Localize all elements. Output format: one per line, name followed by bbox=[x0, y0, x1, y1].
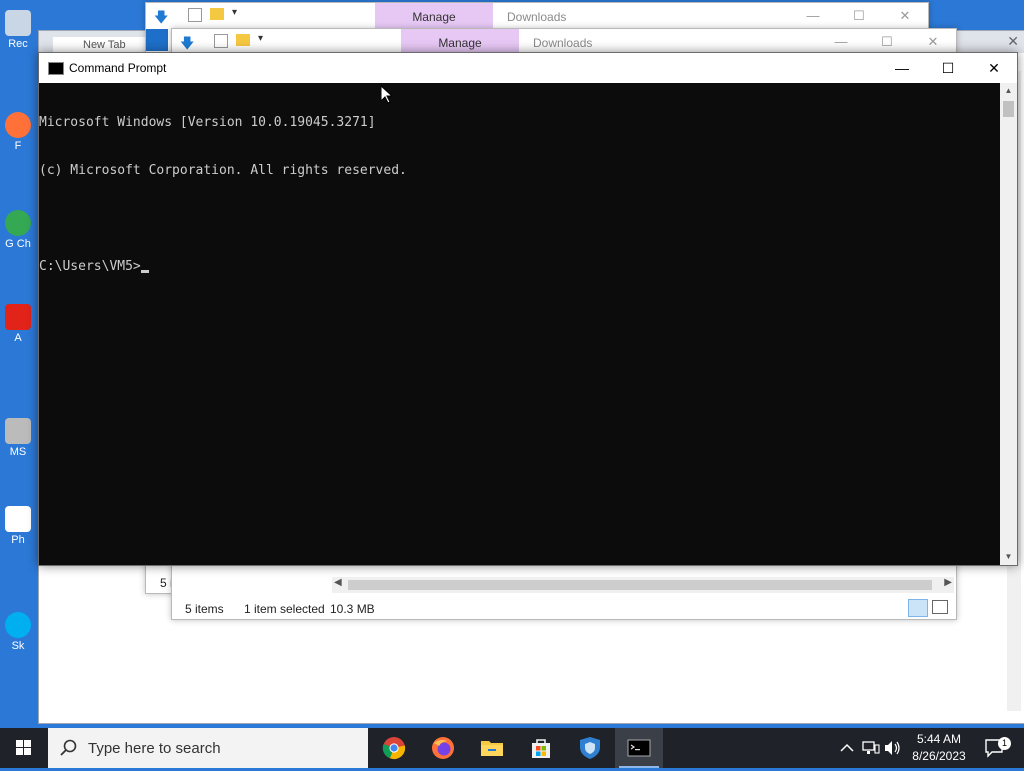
terminal-icon bbox=[627, 739, 651, 757]
skype-icon bbox=[5, 612, 31, 638]
browser-close-icon[interactable]: ✕ bbox=[1007, 33, 1019, 50]
folder-icon[interactable] bbox=[236, 34, 250, 46]
window-title: Downloads bbox=[533, 36, 593, 50]
scroll-down-icon[interactable]: ▼ bbox=[1000, 549, 1017, 565]
status-selected: 1 item selected bbox=[244, 602, 325, 616]
maximize-icon[interactable]: ☐ bbox=[836, 3, 882, 29]
scroll-thumb[interactable] bbox=[348, 580, 932, 590]
command-prompt-window[interactable]: Command Prompt — ☐ ✕ Microsoft Windows [… bbox=[38, 52, 1018, 566]
taskbar: Type here to search 5:44 AM 8/26/2023 1 bbox=[0, 728, 1024, 768]
chrome-icon bbox=[5, 210, 31, 236]
status-bar: 5 items 1 item selected 10.3 MB bbox=[172, 597, 956, 619]
start-button[interactable] bbox=[0, 728, 48, 768]
console-line: (c) Microsoft Corporation. All rights re… bbox=[39, 163, 407, 178]
desktop-icon-label: F bbox=[14, 140, 22, 152]
large-icons-view-icon[interactable] bbox=[932, 600, 948, 614]
app-icon bbox=[5, 418, 31, 444]
console-prompt-line[interactable]: C:\Users\VM5> bbox=[39, 259, 999, 275]
status-size: 10.3 MB bbox=[330, 602, 375, 616]
volume-icon bbox=[885, 741, 900, 755]
desktop-icon-chrome[interactable]: G Ch bbox=[0, 210, 36, 250]
desktop-icon-label: G Ch bbox=[5, 238, 31, 250]
desktop-icon-label: Ph bbox=[11, 534, 25, 546]
store-icon bbox=[532, 739, 550, 758]
desktop-icon-label: MS bbox=[9, 446, 27, 458]
scroll-thumb[interactable] bbox=[1003, 101, 1014, 117]
firefox-icon bbox=[432, 737, 454, 759]
console-line: Microsoft Windows [Version 10.0.19045.32… bbox=[39, 115, 376, 130]
desktop-icon-label: A bbox=[14, 332, 22, 344]
taskbar-clock[interactable]: 5:44 AM 8/26/2023 bbox=[906, 731, 972, 765]
properties-icon[interactable] bbox=[188, 8, 202, 22]
network-icon bbox=[862, 741, 880, 754]
taskbar-app-firefox[interactable] bbox=[419, 728, 467, 768]
desktop-icon-recycle-bin[interactable]: Rec bbox=[0, 10, 36, 50]
console-prompt: C:\Users\VM5> bbox=[39, 259, 141, 274]
chrome-icon bbox=[382, 737, 406, 760]
action-center-button[interactable]: 1 bbox=[978, 728, 1022, 768]
search-placeholder: Type here to search bbox=[88, 740, 221, 757]
tab-manage[interactable]: Manage bbox=[375, 3, 493, 29]
close-icon[interactable]: ✕ bbox=[971, 53, 1017, 83]
firefox-icon bbox=[5, 112, 31, 138]
window-title: Downloads bbox=[507, 10, 567, 24]
taskbar-app-store[interactable] bbox=[517, 728, 565, 768]
terminal-icon bbox=[48, 62, 64, 75]
horizontal-scrollbar[interactable]: ◀ ▶ bbox=[332, 577, 954, 593]
minimize-icon[interactable]: — bbox=[790, 3, 836, 29]
scroll-right-icon[interactable]: ▶ bbox=[944, 577, 952, 588]
close-icon[interactable]: ✕ bbox=[882, 3, 928, 29]
window-title: Command Prompt bbox=[69, 61, 167, 75]
console-output[interactable]: Microsoft Windows [Version 10.0.19045.32… bbox=[39, 83, 999, 565]
chevron-down-icon[interactable]: ▾ bbox=[258, 33, 263, 44]
details-view-icon[interactable] bbox=[908, 599, 928, 617]
text-cursor bbox=[140, 270, 149, 273]
folder-icon bbox=[481, 741, 503, 756]
explorer-titlebar: 🡇 ▾ Manage Downloads — ☐ ✕ bbox=[146, 3, 928, 29]
desktop-icon-acrobat[interactable]: A bbox=[0, 304, 36, 344]
desktop-icon-label: Sk bbox=[11, 640, 25, 652]
windows-logo-icon bbox=[16, 740, 31, 755]
taskbar-app-defender[interactable] bbox=[566, 728, 614, 768]
chevron-down-icon[interactable]: ▾ bbox=[232, 7, 237, 18]
app-icon bbox=[5, 506, 31, 532]
desktop-icon-skype[interactable]: Sk bbox=[0, 612, 36, 652]
desktop-icon-firefox[interactable]: F bbox=[0, 112, 36, 152]
notification-count: 1 bbox=[998, 737, 1011, 750]
download-arrow-icon: 🡇 bbox=[154, 9, 169, 25]
mouse-pointer-icon bbox=[381, 86, 393, 104]
scroll-up-icon[interactable]: ▲ bbox=[1000, 83, 1017, 99]
chevron-up-icon bbox=[840, 743, 854, 752]
status-items: 5 items bbox=[185, 602, 224, 616]
taskbar-app-chrome[interactable] bbox=[370, 728, 418, 768]
maximize-icon[interactable]: ☐ bbox=[925, 53, 971, 83]
desktop-icon-ph[interactable]: Ph bbox=[0, 506, 36, 546]
cmd-titlebar: Command Prompt — ☐ ✕ bbox=[39, 53, 1017, 83]
taskbar-search-box[interactable]: Type here to search bbox=[48, 728, 368, 768]
shield-icon bbox=[580, 737, 600, 759]
acrobat-icon bbox=[5, 304, 31, 330]
vertical-scrollbar[interactable]: ▲ ▼ bbox=[1000, 83, 1017, 565]
minimize-icon[interactable]: — bbox=[879, 53, 925, 83]
taskbar-app-file-explorer[interactable] bbox=[468, 728, 516, 768]
desktop-icon-label: Rec bbox=[8, 38, 28, 50]
taskbar-app-command-prompt[interactable] bbox=[615, 728, 663, 768]
recycle-bin-icon bbox=[5, 10, 31, 36]
clock-date: 8/26/2023 bbox=[912, 749, 966, 763]
properties-icon[interactable] bbox=[214, 34, 228, 48]
tab-title: New Tab bbox=[83, 39, 126, 51]
search-icon bbox=[60, 739, 77, 756]
file-tab[interactable] bbox=[146, 29, 168, 51]
desktop-icon-ms[interactable]: MS bbox=[0, 418, 36, 458]
clock-time: 5:44 AM bbox=[916, 732, 962, 746]
scroll-left-icon[interactable]: ◀ bbox=[334, 577, 342, 588]
folder-icon[interactable] bbox=[210, 8, 224, 20]
